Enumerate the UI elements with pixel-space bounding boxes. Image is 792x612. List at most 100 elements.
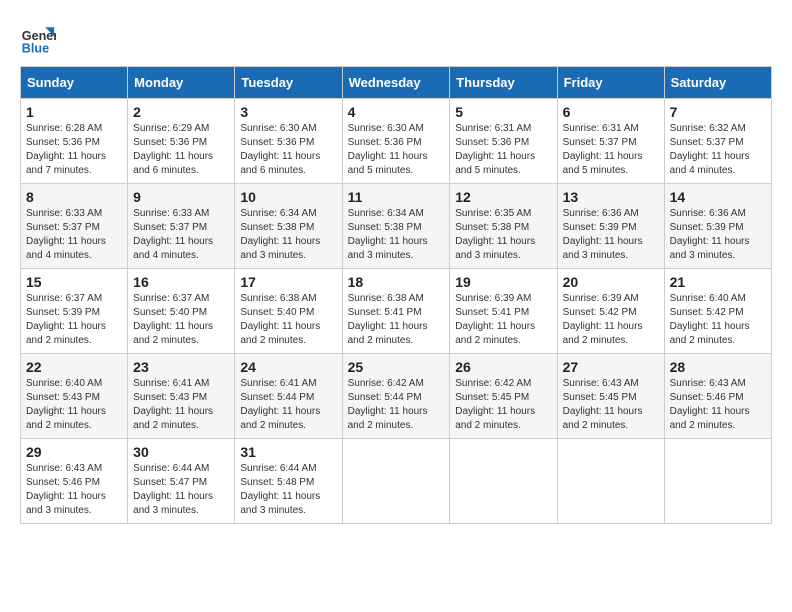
day-number: 26 (455, 359, 551, 375)
day-info: Sunrise: 6:29 AMSunset: 5:36 PMDaylight:… (133, 122, 229, 178)
page-header: General Blue (20, 20, 772, 56)
calendar-day-cell: 18 Sunrise: 6:38 AMSunset: 5:41 PMDayligh… (342, 269, 450, 354)
calendar-day-cell: 8Sunrise: 6:33 AMSunset: 5:37 PMDaylight… (21, 184, 128, 269)
svg-text:Blue: Blue (22, 41, 49, 55)
day-of-week-header: Thursday (450, 67, 557, 99)
day-info: Sunrise: 6:39 AMSunset: 5:41 PMDaylight:… (455, 292, 551, 348)
day-number: 25 (348, 359, 445, 375)
day-number: 4 (348, 104, 445, 120)
day-info: Sunrise: 6:33 AMSunset: 5:37 PMDaylight:… (133, 207, 229, 263)
day-of-week-header: Saturday (664, 67, 771, 99)
day-number: 10 (240, 189, 336, 205)
day-info: Sunrise: 6:28 AMSunset: 5:36 PMDaylight:… (26, 122, 122, 178)
day-number: 20 (563, 274, 659, 290)
day-number: 16 (133, 274, 229, 290)
day-info: Sunrise: 6:44 AMSunset: 5:47 PMDaylight:… (133, 462, 229, 518)
day-info: Sunrise: 6:30 AMSunset: 5:36 PMDaylight:… (348, 122, 445, 178)
day-info: Sunrise: 6:35 AMSunset: 5:38 PMDaylight:… (455, 207, 551, 263)
day-info: Sunrise: 6:39 AMSunset: 5:42 PMDaylight:… (563, 292, 659, 348)
calendar-day-cell: 27 Sunrise: 6:43 AMSunset: 5:45 PMDayligh… (557, 354, 664, 439)
calendar-day-cell: 1 Sunrise: 6:28 AMSunset: 5:36 PMDaylight… (21, 99, 128, 184)
calendar-day-cell: 17Sunrise: 6:38 AMSunset: 5:40 PMDayligh… (235, 269, 342, 354)
calendar-day-cell: 21 Sunrise: 6:40 AMSunset: 5:42 PMDayligh… (664, 269, 771, 354)
calendar-day-cell: 5Sunrise: 6:31 AMSunset: 5:36 PMDaylight… (450, 99, 557, 184)
day-number: 31 (240, 444, 336, 460)
day-number: 7 (670, 104, 766, 120)
day-info: Sunrise: 6:37 AMSunset: 5:40 PMDaylight:… (133, 292, 229, 348)
calendar-day-cell: 22 Sunrise: 6:40 AMSunset: 5:43 PMDayligh… (21, 354, 128, 439)
calendar-day-cell: 4 Sunrise: 6:30 AMSunset: 5:36 PMDaylight… (342, 99, 450, 184)
day-info: Sunrise: 6:43 AMSunset: 5:46 PMDaylight:… (26, 462, 122, 518)
calendar-day-cell: 3Sunrise: 6:30 AMSunset: 5:36 PMDaylight… (235, 99, 342, 184)
day-info: Sunrise: 6:32 AMSunset: 5:37 PMDaylight:… (670, 122, 766, 178)
day-info: Sunrise: 6:41 AMSunset: 5:43 PMDaylight:… (133, 377, 229, 433)
calendar-day-cell: 26 Sunrise: 6:42 AMSunset: 5:45 PMDayligh… (450, 354, 557, 439)
calendar-day-cell: 30 Sunrise: 6:44 AMSunset: 5:47 PMDayligh… (128, 439, 235, 524)
calendar-day-cell: 12 Sunrise: 6:35 AMSunset: 5:38 PMDayligh… (450, 184, 557, 269)
day-number: 13 (563, 189, 659, 205)
day-of-week-header: Tuesday (235, 67, 342, 99)
calendar-day-cell: 28 Sunrise: 6:43 AMSunset: 5:46 PMDayligh… (664, 354, 771, 439)
day-info: Sunrise: 6:36 AMSunset: 5:39 PMDaylight:… (670, 207, 766, 263)
day-number: 18 (348, 274, 445, 290)
calendar-day-cell: 20 Sunrise: 6:39 AMSunset: 5:42 PMDayligh… (557, 269, 664, 354)
calendar-day-cell: 9 Sunrise: 6:33 AMSunset: 5:37 PMDaylight… (128, 184, 235, 269)
calendar-day-cell (557, 439, 664, 524)
calendar-day-cell (342, 439, 450, 524)
calendar-day-cell: 6 Sunrise: 6:31 AMSunset: 5:37 PMDaylight… (557, 99, 664, 184)
calendar-day-cell (664, 439, 771, 524)
calendar-day-cell: 10 Sunrise: 6:34 AMSunset: 5:38 PMDayligh… (235, 184, 342, 269)
calendar-day-cell: 16 Sunrise: 6:37 AMSunset: 5:40 PMDayligh… (128, 269, 235, 354)
calendar-day-cell: 15 Sunrise: 6:37 AMSunset: 5:39 PMDayligh… (21, 269, 128, 354)
day-info: Sunrise: 6:31 AMSunset: 5:37 PMDaylight:… (563, 122, 659, 178)
day-info: Sunrise: 6:34 AMSunset: 5:38 PMDaylight:… (348, 207, 445, 263)
day-number: 3 (240, 104, 336, 120)
day-number: 23 (133, 359, 229, 375)
calendar-day-cell: 25Sunrise: 6:42 AMSunset: 5:44 PMDayligh… (342, 354, 450, 439)
day-info: Sunrise: 6:41 AMSunset: 5:44 PMDaylight:… (240, 377, 336, 433)
day-number: 12 (455, 189, 551, 205)
day-info: Sunrise: 6:33 AMSunset: 5:37 PMDaylight:… (26, 207, 122, 263)
calendar-day-cell: 29Sunrise: 6:43 AMSunset: 5:46 PMDayligh… (21, 439, 128, 524)
day-number: 14 (670, 189, 766, 205)
day-info: Sunrise: 6:34 AMSunset: 5:38 PMDaylight:… (240, 207, 336, 263)
day-of-week-header: Monday (128, 67, 235, 99)
calendar-day-cell: 14 Sunrise: 6:36 AMSunset: 5:39 PMDayligh… (664, 184, 771, 269)
day-number: 27 (563, 359, 659, 375)
calendar-week-row: 15 Sunrise: 6:37 AMSunset: 5:39 PMDayligh… (21, 269, 772, 354)
day-of-week-header: Sunday (21, 67, 128, 99)
day-of-week-header: Friday (557, 67, 664, 99)
day-number: 17 (240, 274, 336, 290)
calendar-day-cell: 19Sunrise: 6:39 AMSunset: 5:41 PMDayligh… (450, 269, 557, 354)
day-info: Sunrise: 6:36 AMSunset: 5:39 PMDaylight:… (563, 207, 659, 263)
calendar-day-cell: 31 Sunrise: 6:44 AMSunset: 5:48 PMDayligh… (235, 439, 342, 524)
day-info: Sunrise: 6:31 AMSunset: 5:36 PMDaylight:… (455, 122, 551, 178)
calendar-week-row: 29Sunrise: 6:43 AMSunset: 5:46 PMDayligh… (21, 439, 772, 524)
day-number: 22 (26, 359, 122, 375)
day-info: Sunrise: 6:43 AMSunset: 5:45 PMDaylight:… (563, 377, 659, 433)
day-info: Sunrise: 6:43 AMSunset: 5:46 PMDaylight:… (670, 377, 766, 433)
calendar-week-row: 8Sunrise: 6:33 AMSunset: 5:37 PMDaylight… (21, 184, 772, 269)
day-number: 24 (240, 359, 336, 375)
calendar-day-cell: 23 Sunrise: 6:41 AMSunset: 5:43 PMDayligh… (128, 354, 235, 439)
calendar-day-cell: 24 Sunrise: 6:41 AMSunset: 5:44 PMDayligh… (235, 354, 342, 439)
day-info: Sunrise: 6:44 AMSunset: 5:48 PMDaylight:… (240, 462, 336, 518)
calendar-week-row: 22 Sunrise: 6:40 AMSunset: 5:43 PMDayligh… (21, 354, 772, 439)
day-number: 2 (133, 104, 229, 120)
day-number: 1 (26, 104, 122, 120)
day-info: Sunrise: 6:42 AMSunset: 5:45 PMDaylight:… (455, 377, 551, 433)
day-number: 9 (133, 189, 229, 205)
day-number: 30 (133, 444, 229, 460)
day-info: Sunrise: 6:40 AMSunset: 5:43 PMDaylight:… (26, 377, 122, 433)
calendar-day-cell: 2 Sunrise: 6:29 AMSunset: 5:36 PMDaylight… (128, 99, 235, 184)
day-number: 28 (670, 359, 766, 375)
day-number: 21 (670, 274, 766, 290)
calendar-table: SundayMondayTuesdayWednesdayThursdayFrid… (20, 66, 772, 524)
logo: General Blue (20, 20, 56, 56)
day-number: 6 (563, 104, 659, 120)
day-info: Sunrise: 6:40 AMSunset: 5:42 PMDaylight:… (670, 292, 766, 348)
day-info: Sunrise: 6:38 AMSunset: 5:41 PMDaylight:… (348, 292, 445, 348)
day-info: Sunrise: 6:37 AMSunset: 5:39 PMDaylight:… (26, 292, 122, 348)
day-number: 15 (26, 274, 122, 290)
calendar-day-cell: 11Sunrise: 6:34 AMSunset: 5:38 PMDayligh… (342, 184, 450, 269)
